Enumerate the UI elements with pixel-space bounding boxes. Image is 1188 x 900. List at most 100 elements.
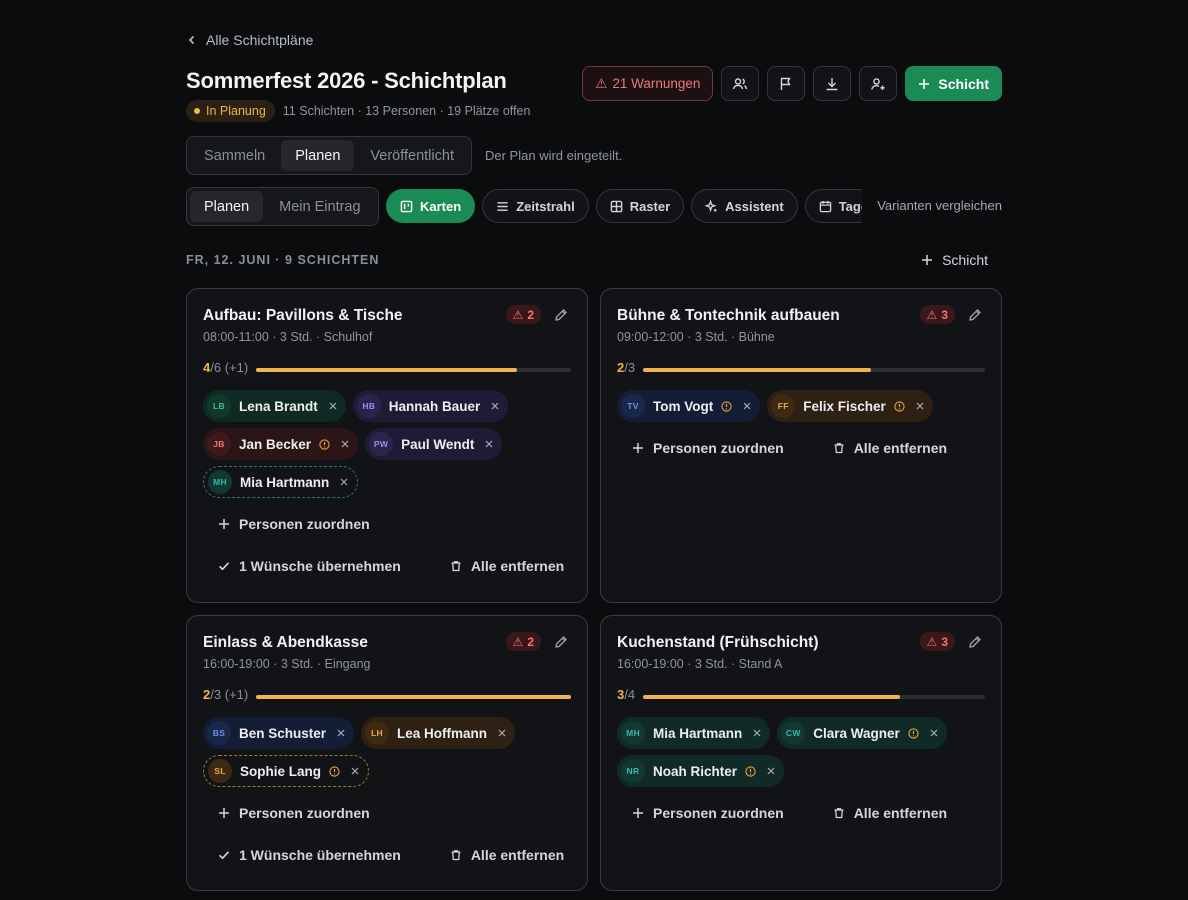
person-chip[interactable]: BS Ben Schuster: [203, 717, 355, 749]
shift-capacity: 4/6 (+1): [203, 360, 248, 375]
remove-person-icon[interactable]: [767, 767, 775, 775]
shift-card[interactable]: Bühne & Tontechnik aufbauen 09:00-12:00 …: [600, 288, 1002, 603]
person-chip[interactable]: PW Paul Wendt: [365, 428, 503, 460]
view-zeitstrahl[interactable]: Zeitstrahl: [482, 189, 589, 223]
flag-icon: [781, 77, 792, 90]
people-button[interactable]: [721, 66, 760, 101]
remove-person-icon[interactable]: [337, 729, 345, 737]
lines-icon: [497, 201, 508, 211]
person-chip[interactable]: SL Sophie Lang: [203, 755, 369, 787]
remove-person-icon[interactable]: [930, 729, 938, 737]
remove-person-icon[interactable]: [743, 402, 751, 410]
mode-switch: Planen Mein Eintrag: [186, 187, 379, 226]
view-karten[interactable]: Karten: [386, 189, 476, 223]
remove-person-icon[interactable]: [329, 402, 337, 410]
remove-all-button[interactable]: Alle entfernen: [818, 805, 947, 821]
mode-planen[interactable]: Planen: [190, 191, 264, 222]
assigned-people: TV Tom Vogt FF Felix Fischer: [617, 390, 985, 422]
status-label: In Planung: [206, 104, 266, 118]
remove-person-icon[interactable]: [341, 440, 349, 448]
shift-capacity: 2/3: [617, 360, 635, 375]
person-chip[interactable]: CW Clara Wagner: [777, 717, 947, 749]
info-icon[interactable]: [745, 765, 756, 777]
edit-shift-button[interactable]: [554, 635, 568, 652]
person-name: Lea Hoffmann: [397, 725, 488, 741]
remove-person-icon[interactable]: [916, 402, 924, 410]
back-link[interactable]: Alle Schichtpläne: [186, 32, 313, 48]
mode-mein-eintrag[interactable]: Mein Eintrag: [265, 191, 374, 222]
assign-people-label: Personen zuordnen: [239, 805, 370, 821]
shift-warning-badge[interactable]: ⚠ 3: [919, 632, 955, 651]
assign-row: Personen zuordnen: [203, 805, 370, 821]
shift-warning-badge[interactable]: ⚠ 3: [919, 305, 955, 324]
avatar: SL: [208, 759, 232, 783]
plus-icon: [633, 808, 643, 818]
phase-veroeffentlicht[interactable]: Veröffentlicht: [356, 140, 468, 171]
person-chip[interactable]: TV Tom Vogt: [617, 390, 761, 422]
person-chip[interactable]: JB Jan Becker: [203, 428, 359, 460]
remove-person-icon[interactable]: [351, 767, 359, 775]
person-chip[interactable]: FF Felix Fischer: [767, 390, 933, 422]
warnings-label: 21 Warnungen: [612, 76, 701, 91]
shift-card[interactable]: Einlass & Abendkasse 16:00-19:00 · 3 Std…: [186, 615, 588, 891]
person-name: Tom Vogt: [653, 398, 714, 414]
info-icon[interactable]: [894, 400, 905, 412]
info-icon[interactable]: [329, 765, 340, 777]
shift-card[interactable]: Aufbau: Pavillons & Tische 08:00-11:00 ·…: [186, 288, 588, 603]
view-assistent[interactable]: Assistent: [691, 189, 798, 223]
assign-people-button[interactable]: Personen zuordnen: [617, 805, 784, 821]
remove-person-icon[interactable]: [753, 729, 761, 737]
add-shift-button[interactable]: Schicht: [905, 66, 1002, 101]
download-button[interactable]: [813, 66, 852, 101]
person-chip[interactable]: LH Lea Hoffmann: [361, 717, 516, 749]
shift-title: Bühne & Tontechnik aufbauen: [617, 307, 840, 324]
day-heading: FR, 12. JUNI · 9 SCHICHTEN: [186, 253, 380, 267]
phase-planen[interactable]: Planen: [281, 140, 355, 171]
edit-shift-button[interactable]: [554, 308, 568, 325]
flag-button[interactable]: [767, 66, 806, 101]
day-add-shift-button[interactable]: Schicht: [921, 252, 988, 268]
person-chip[interactable]: MH Mia Hartmann: [203, 466, 359, 498]
view-tagesansicht[interactable]: Tagesansicht: [804, 189, 862, 223]
info-icon[interactable]: [319, 438, 330, 450]
add-person-button[interactable]: [859, 66, 898, 101]
remove-person-icon[interactable]: [498, 729, 506, 737]
edit-shift-button[interactable]: [968, 635, 982, 652]
view-raster[interactable]: Raster: [595, 189, 685, 223]
page-title: Sommerfest 2026 - Schichtplan: [186, 68, 507, 93]
remove-person-icon[interactable]: [491, 402, 499, 410]
remove-person-icon[interactable]: [485, 440, 493, 448]
shift-warning-count: 3: [941, 634, 948, 649]
person-name: Mia Hartmann: [240, 474, 330, 490]
info-icon[interactable]: [721, 400, 732, 412]
phase-sammeln[interactable]: Sammeln: [190, 140, 279, 171]
person-name: Jan Becker: [239, 436, 312, 452]
shift-warning-count: 2: [527, 307, 534, 322]
shift-warning-badge[interactable]: ⚠ 2: [505, 632, 541, 651]
shift-card[interactable]: Kuchenstand (Frühschicht) 16:00-19:00 · …: [600, 615, 1002, 891]
assign-people-button[interactable]: Personen zuordnen: [617, 440, 784, 456]
person-chip[interactable]: LB Lena Brandt: [203, 390, 346, 422]
accept-wishes-button[interactable]: 1 Wünsche übernehmen: [203, 847, 401, 863]
avatar: NR: [621, 759, 645, 783]
remove-all-button[interactable]: Alle entfernen: [818, 440, 947, 456]
accept-wishes-button[interactable]: 1 Wünsche übernehmen: [203, 558, 401, 574]
remove-all-label: Alle entfernen: [853, 805, 948, 821]
edit-shift-button[interactable]: [968, 308, 982, 325]
remove-all-label: Alle entfernen: [470, 847, 565, 863]
info-icon[interactable]: [908, 727, 919, 739]
remove-person-icon[interactable]: [340, 478, 348, 486]
remove-all-button[interactable]: Alle entfernen: [435, 558, 564, 574]
assign-people-button[interactable]: Personen zuordnen: [203, 516, 370, 532]
person-chip[interactable]: HB Hannah Bauer: [352, 390, 509, 422]
shift-progress-bar: [256, 695, 571, 699]
sparkle-icon: [705, 199, 717, 212]
person-chip[interactable]: MH Mia Hartmann: [617, 717, 771, 749]
person-chip[interactable]: NR Noah Richter: [617, 755, 785, 787]
shift-warning-badge[interactable]: ⚠ 2: [505, 305, 541, 324]
warnings-button[interactable]: ⚠ 21 Warnungen: [582, 66, 714, 101]
remove-all-button[interactable]: Alle entfernen: [435, 847, 564, 863]
assign-people-button[interactable]: Personen zuordnen: [203, 805, 370, 821]
compare-variants-link[interactable]: Varianten vergleichen: [867, 198, 1002, 213]
bulk-row: 1 Wünsche übernehmen Alle entfernen: [203, 558, 564, 574]
